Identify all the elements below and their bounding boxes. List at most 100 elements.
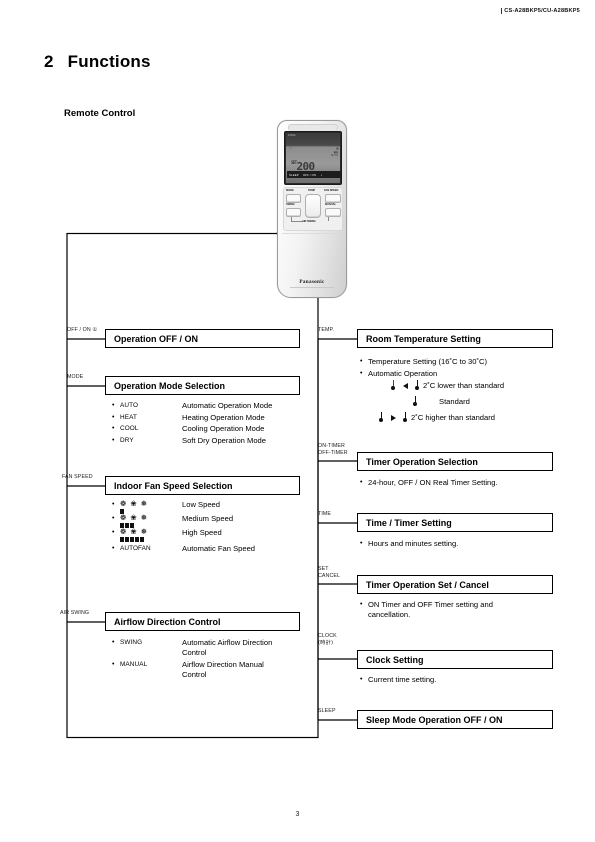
bullet-dot: • xyxy=(112,515,115,522)
tag-clock: CLOCK xyxy=(318,633,337,639)
button-label-swing: SWING xyxy=(286,203,295,206)
lcd-mode-tag: COOL xyxy=(288,134,297,137)
lcd-timer-label: TIMER xyxy=(288,180,296,183)
list-item: • COOL Cooling Operation Mode xyxy=(112,424,307,435)
list-fan-speeds: • ❁ ❀ ❅ Low Speed • ❁ ❀ ❅ Medium Speed •… xyxy=(112,500,307,556)
fan-icon: ❅ xyxy=(140,527,148,536)
list-temperature-settings: • Temperature Setting (16˚C to 30˚C) • A… xyxy=(360,357,560,380)
list-time-setting: • Hours and minutes setting. xyxy=(360,539,560,551)
section-title: Remote Control xyxy=(64,108,136,119)
callout-timer-operation-set-cancel[interactable]: Timer Operation Set / Cancel xyxy=(357,575,553,594)
list-item: • Current time setting. xyxy=(360,675,560,686)
list-item: • Hours and minutes setting. xyxy=(360,539,560,550)
mode-key-heat: HEAT xyxy=(120,413,137,421)
callout-operation-off-on[interactable]: Operation OFF / ON xyxy=(105,329,300,348)
airflow-text-manual: Airflow Direction Manual Control xyxy=(182,660,264,679)
remote-top-notch xyxy=(288,124,338,131)
tag-off-on: OFF / ON ① xyxy=(67,327,98,333)
lcd-fan-bar-bottom: AUTO xyxy=(330,154,338,157)
fan-bars-high xyxy=(120,537,182,542)
list-item: • ❁ ❀ ❅ High Speed xyxy=(112,528,307,542)
list-item: • MANUAL Airflow Direction Manual Contro… xyxy=(112,660,307,680)
temp-text-range: Temperature Setting (16˚C to 30˚C) xyxy=(368,357,488,366)
bullet-dot: • xyxy=(360,479,363,486)
tag-on-timer: ON-TIMER xyxy=(318,443,345,449)
list-timer-set-cancel: • ON Timer and OFF Timer setting and can… xyxy=(360,600,550,621)
list-item: • 24-hour, OFF / ON Real Timer Setting. xyxy=(360,478,560,489)
bullet-dot: • xyxy=(112,639,115,646)
time-text-hours-minutes: Hours and minutes setting. xyxy=(368,539,459,548)
callout-clock-setting[interactable]: Clock Setting xyxy=(357,650,553,669)
clock-text-current-time: Current time setting. xyxy=(368,675,437,684)
remote-lcd-display: COOL ♡ ❄ ▮▮▮ AUTO SET200 SLEEP OFF / ON xyxy=(284,131,342,185)
list-item: • ON Timer and OFF Timer setting and can… xyxy=(360,600,550,620)
tag-mode: MODE xyxy=(67,374,84,380)
fan-indicator-low: ❁ ❀ ❅ xyxy=(120,500,182,514)
bullet-dot: • xyxy=(112,436,115,444)
lcd-heart-icon: ♡ xyxy=(289,146,293,151)
fan-icon-group-low: ❁ ❀ ❅ xyxy=(120,500,182,508)
button-label-temp: TEMP xyxy=(308,189,316,192)
fan-icon: ❅ xyxy=(140,499,148,508)
callout-title-clock-setting: Clock Setting xyxy=(366,654,424,665)
tag-temp: TEMP. xyxy=(318,327,335,333)
temp-adjust-text-lower: 2˚C lower than standard xyxy=(423,381,505,390)
list-item: • Automatic Operation xyxy=(360,369,560,380)
callout-time-timer-setting[interactable]: Time / Timer Setting xyxy=(357,513,553,532)
fan-icon: ❀ xyxy=(130,527,137,536)
lcd-offon-label: OFF / ON xyxy=(302,172,317,177)
model-header: CS-A28BKP5/CU-A28BKP5 xyxy=(0,8,581,14)
mode-text-auto: Automatic Operation Mode xyxy=(182,401,273,410)
callout-operation-mode-selection[interactable]: Operation Mode Selection xyxy=(105,376,300,395)
fan-icon: ❅ xyxy=(140,513,148,522)
fan-icon: ❀ xyxy=(130,499,137,508)
list-item: • SWING Automatic Airflow Direction Cont… xyxy=(112,638,307,658)
list-item: • ❁ ❀ ❅ Medium Speed xyxy=(112,514,307,528)
callout-timer-operation-selection[interactable]: Timer Operation Selection xyxy=(357,452,553,471)
mode-text-dry: Soft Dry Operation Mode xyxy=(182,435,266,445)
bullet-dot: • xyxy=(360,601,363,608)
tag-time: TIME xyxy=(318,511,332,517)
lcd-power-icon: ◑ xyxy=(320,172,323,177)
mode-key-auto: AUTO xyxy=(120,402,139,409)
page-title: 2 Functions xyxy=(44,52,151,72)
remote-button-panel: MODE TEMP FAN SPEED SWING MANUAL AIR SWI… xyxy=(283,187,343,231)
list-timer-operation: • 24-hour, OFF / ON Real Timer Setting. xyxy=(360,478,560,490)
fan-text-high: High Speed xyxy=(182,528,222,537)
list-item: • DRY Soft Dry Operation Mode xyxy=(112,436,307,447)
remote-control-illustration: COOL ♡ ❄ ▮▮▮ AUTO SET200 SLEEP OFF / ON xyxy=(277,120,347,298)
bullet-dot: • xyxy=(112,545,115,552)
bullet-dot: • xyxy=(360,369,363,377)
tag-air-swing: AIR SWING xyxy=(60,610,90,616)
remote-swing-button[interactable] xyxy=(286,208,301,217)
button-label-air-swing: AIR SWING xyxy=(302,220,316,223)
thermometer-icon xyxy=(390,380,397,391)
button-label-manual: MANUAL xyxy=(325,203,337,206)
chapter-title: Functions xyxy=(67,52,151,71)
remote-temp-button[interactable] xyxy=(305,194,321,218)
tag-cancel: CANCEL xyxy=(318,573,341,579)
thermometer-icon xyxy=(402,412,409,423)
callout-title-room-temperature-setting: Room Temperature Setting xyxy=(366,333,481,344)
remote-fan-speed-button[interactable] xyxy=(325,194,341,203)
timer-text-24hour: 24-hour, OFF / ON Real Timer Setting. xyxy=(368,478,498,487)
callout-airflow-direction-control[interactable]: Airflow Direction Control xyxy=(105,612,300,631)
remote-brand-line xyxy=(290,287,334,288)
temp-adjust-standard: Standard xyxy=(388,396,568,407)
remote-mode-button[interactable] xyxy=(286,194,301,203)
remote-manual-button[interactable] xyxy=(325,208,341,217)
bullet-dot: • xyxy=(112,413,115,421)
callout-room-temperature-setting[interactable]: Room Temperature Setting xyxy=(357,329,553,348)
bullet-dot: • xyxy=(360,676,363,683)
fan-icon: ❁ xyxy=(120,513,127,522)
fan-text-low: Low Speed xyxy=(182,500,220,509)
callout-indoor-fan-speed-selection[interactable]: Indoor Fan Speed Selection xyxy=(105,476,300,495)
mode-key-dry: DRY xyxy=(120,436,134,444)
mode-text-cool: Cooling Operation Mode xyxy=(182,424,265,433)
fan-icon-group-medium: ❁ ❀ ❅ xyxy=(120,514,182,522)
tag-fan-speed: FAN SPEED xyxy=(62,474,93,480)
list-item: • HEAT Heating Operation Mode xyxy=(112,413,307,424)
callout-sleep-mode-operation[interactable]: Sleep Mode Operation OFF / ON xyxy=(357,710,553,729)
bullet-dot: • xyxy=(112,529,115,536)
list-item: • AUTOFAN Automatic Fan Speed xyxy=(112,544,307,555)
